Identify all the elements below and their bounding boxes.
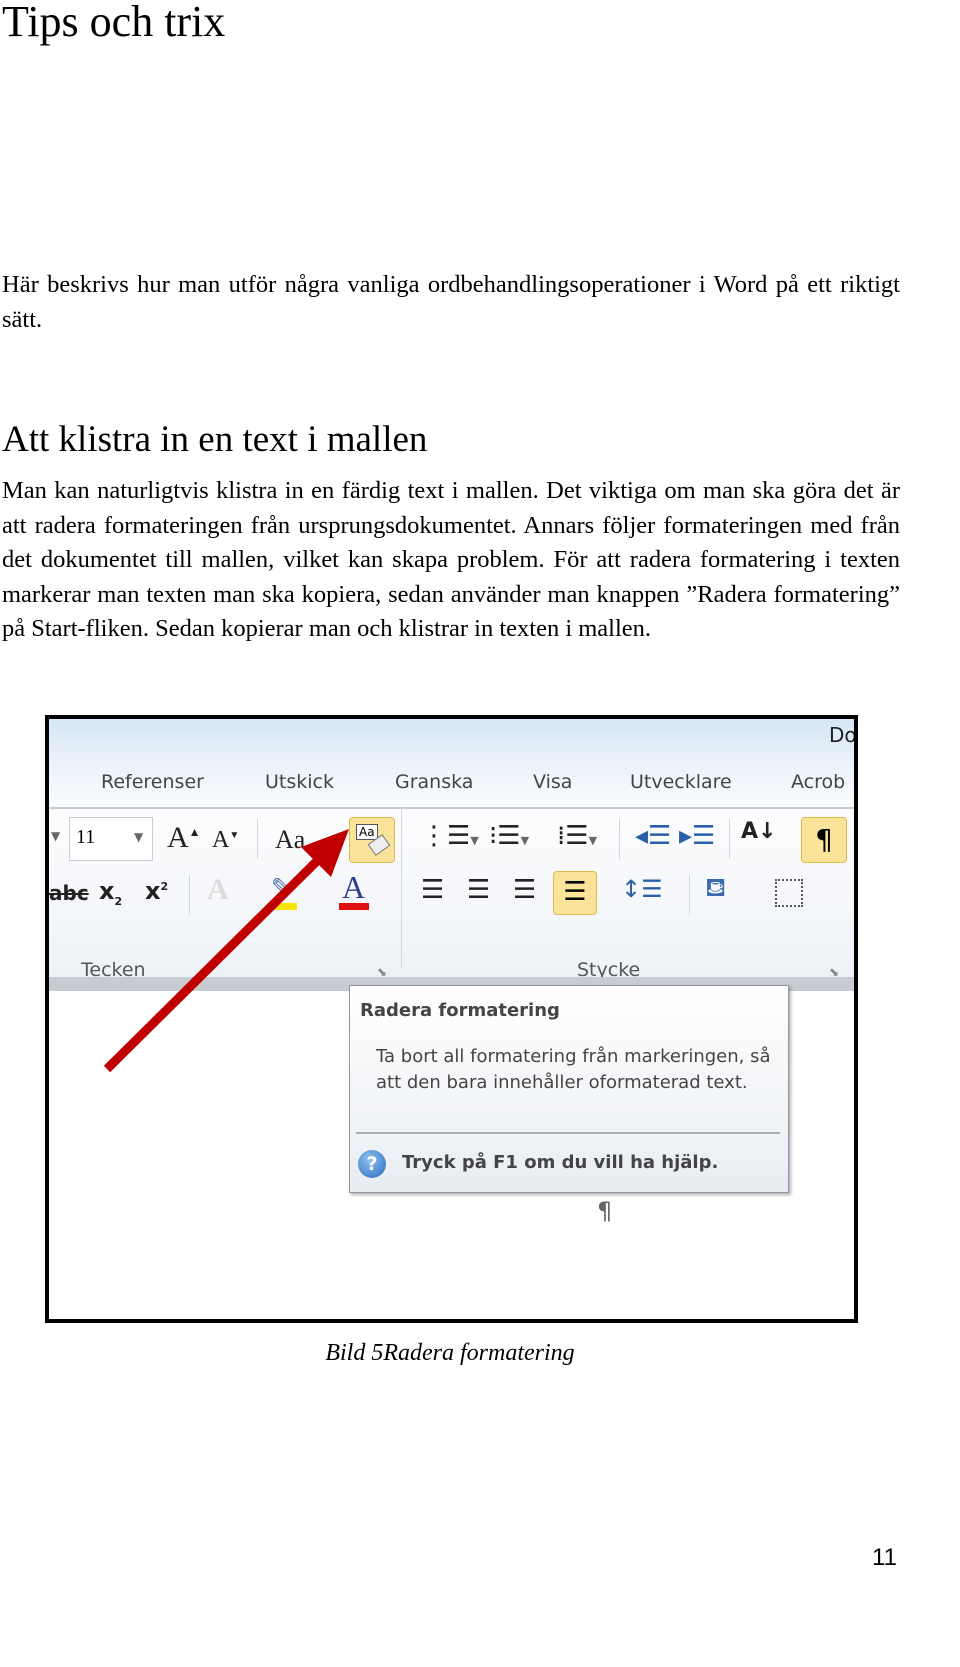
figure-caption: Bild 5Radera formatering	[325, 1340, 575, 1366]
page-number: 11	[872, 1544, 897, 1571]
section-heading: Att klistra in en text i mallen	[2, 419, 428, 460]
word-ribbon-screenshot: Do Referenser Utskick Granska Visa Utvec…	[45, 715, 858, 1323]
intro-paragraph: Här beskrivs hur man utför några vanliga…	[2, 271, 900, 333]
red-arrow	[103, 829, 349, 1073]
arrow-shaft	[103, 855, 323, 1073]
section-body: Man kan naturligtvis klistra in en färdi…	[2, 477, 900, 642]
page-title: Tips och trix	[2, 0, 226, 46]
